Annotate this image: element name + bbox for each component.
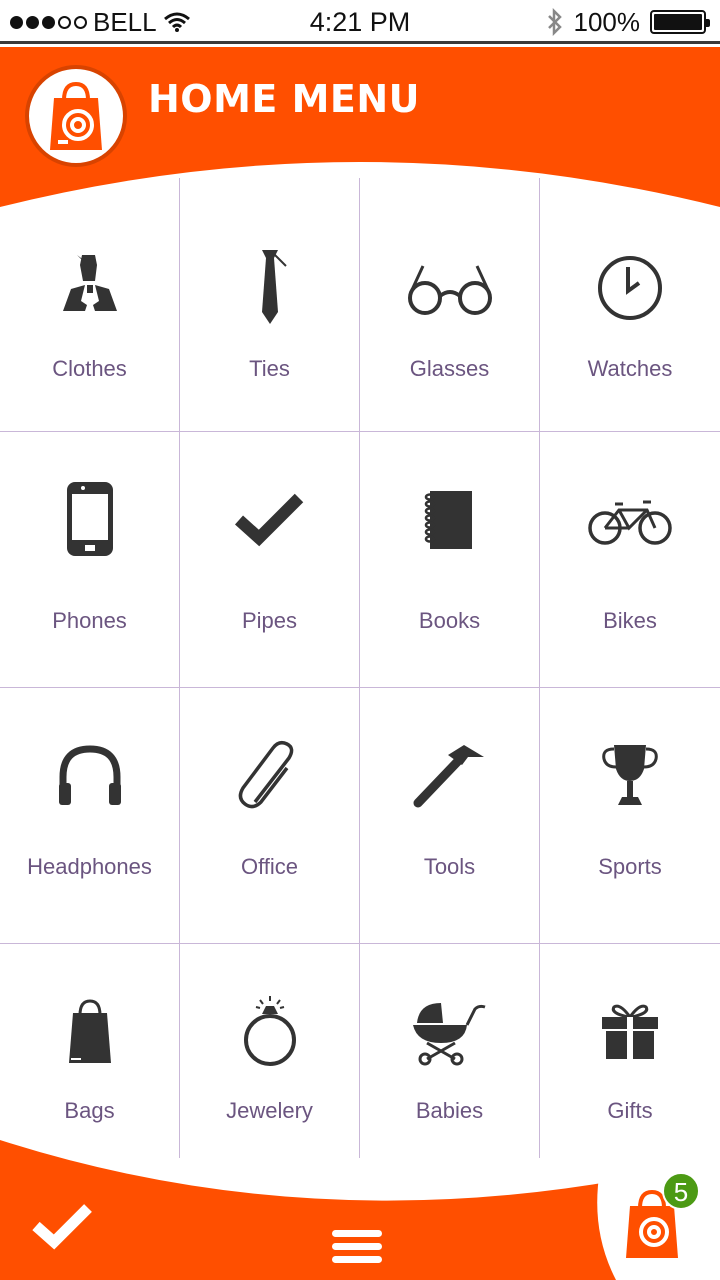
category-label: Sports	[598, 854, 662, 879]
menu-button[interactable]	[330, 1228, 384, 1266]
shopping-bag-icon	[40, 982, 140, 1082]
checkmark-icon	[220, 470, 320, 570]
category-label: Books	[418, 608, 481, 633]
category-glasses[interactable]: Glasses	[360, 178, 540, 432]
cart-count-badge: 5	[662, 1172, 700, 1210]
category-label: Gifts	[607, 1098, 653, 1123]
bicycle-icon	[580, 470, 680, 570]
status-right: 100%	[546, 6, 710, 38]
trophy-icon	[580, 726, 680, 826]
bluetooth-icon	[547, 8, 562, 36]
category-label: Watches	[587, 356, 673, 381]
category-label: Bikes	[603, 608, 657, 633]
page-title: HOME MENU	[148, 77, 421, 121]
category-label: Clothes	[52, 356, 127, 381]
category-tools[interactable]: Tools	[360, 688, 540, 944]
battery-icon	[650, 10, 710, 34]
category-babies[interactable]: Babies	[360, 944, 540, 1158]
bottom-bar: 5	[0, 1140, 720, 1280]
gift-icon	[580, 982, 680, 1082]
category-label: Jewelery	[226, 1098, 313, 1123]
category-label: Office	[240, 854, 299, 879]
hamburger-menu-icon	[332, 1230, 382, 1263]
stroller-icon	[400, 982, 500, 1082]
category-label: Phones	[52, 608, 127, 633]
clothes-icon	[40, 238, 140, 338]
category-sports[interactable]: Sports	[540, 688, 720, 944]
ring-icon	[220, 982, 320, 1082]
shopping-bag-logo-icon	[50, 81, 102, 150]
tie-icon	[220, 238, 320, 338]
headphones-icon	[40, 726, 140, 826]
status-bar: BELL 4:21 PM 100%	[0, 0, 720, 44]
category-jewelery[interactable]: Jewelery	[180, 944, 360, 1158]
clock-icon	[580, 238, 680, 338]
battery-percent: 100%	[573, 6, 641, 37]
category-headphones[interactable]: Headphones	[0, 688, 180, 944]
category-gifts[interactable]: Gifts	[540, 944, 720, 1158]
glasses-icon	[400, 238, 500, 338]
notebook-icon	[400, 470, 500, 570]
confirm-button[interactable]	[30, 1200, 94, 1252]
category-bags[interactable]: Bags	[0, 944, 180, 1158]
category-label: Ties	[249, 356, 290, 381]
category-label: Headphones	[27, 854, 152, 879]
category-phones[interactable]: Phones	[0, 432, 180, 688]
category-grid: Clothes Ties Glasses Watches Phones Pipe…	[0, 178, 720, 1158]
category-label: Bags	[64, 1098, 115, 1123]
category-label: Glasses	[409, 356, 490, 381]
hammer-icon	[400, 726, 500, 826]
category-pipes[interactable]: Pipes	[180, 432, 360, 688]
app-logo[interactable]	[25, 65, 127, 167]
category-ties[interactable]: Ties	[180, 178, 360, 432]
category-label: Pipes	[241, 608, 298, 633]
category-bikes[interactable]: Bikes	[540, 432, 720, 688]
category-office[interactable]: Office	[180, 688, 360, 944]
category-clothes[interactable]: Clothes	[0, 178, 180, 432]
category-books[interactable]: Books	[360, 432, 540, 688]
category-label: Babies	[415, 1098, 484, 1123]
phone-icon	[40, 470, 140, 570]
checkmark-icon	[32, 1204, 92, 1250]
paperclip-icon	[220, 726, 320, 826]
category-watches[interactable]: Watches	[540, 178, 720, 432]
category-label: Tools	[423, 854, 476, 879]
cart-area: 5	[594, 1160, 720, 1280]
